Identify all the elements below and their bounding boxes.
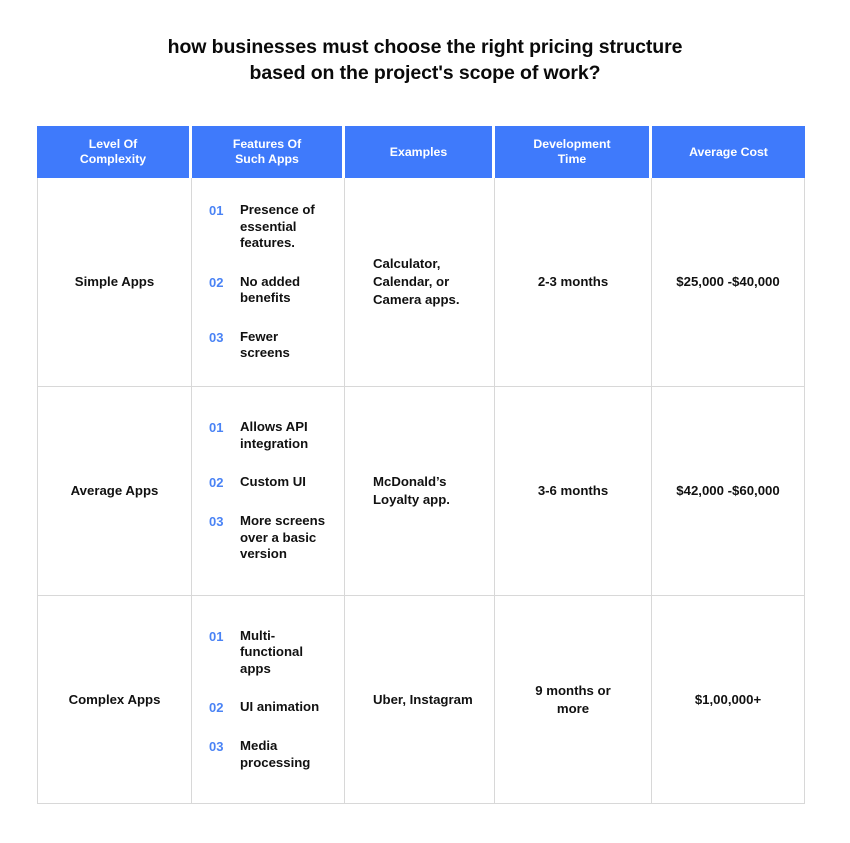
column-header-line-1: Average Cost: [689, 144, 768, 159]
feature-list-item: 03 Media processing: [209, 738, 337, 771]
feature-list-item: 01 Multi- functional apps: [209, 628, 337, 678]
page-title-line-2: based on the project's scope of work?: [249, 62, 601, 84]
feature-number: 03: [209, 514, 224, 530]
feature-label-line-2: functional: [240, 644, 304, 660]
examples-line-3: Camera apps.: [373, 292, 460, 307]
feature-label-line-1: Custom UI: [240, 474, 306, 490]
feature-label-line-1: Presence of: [240, 202, 315, 218]
development-time-line-1: 2-3 months: [537, 274, 609, 289]
column-header-line-2: Complexity: [79, 152, 147, 166]
table-row: Complex Apps 01 Multi- functional apps 0…: [37, 596, 805, 804]
feature-label-line-2: essential: [240, 218, 297, 234]
examples-line-2: Loyalty app.: [373, 492, 450, 507]
development-time-line-1: 9 months or: [535, 682, 611, 698]
cell-development-time: 3-6 months: [495, 387, 652, 596]
pricing-comparison-table: Level Of Complexity Features Of Such App…: [37, 126, 805, 804]
cell-features: 01 Presence of essential features. 02 No…: [192, 178, 345, 387]
examples-line-1: Uber, Instagram: [373, 691, 473, 707]
cell-examples: McDonald’s Loyalty app.: [345, 387, 495, 596]
feature-label-line-1: Media: [240, 738, 278, 754]
column-header-level-of-complexity: Level Of Complexity: [37, 126, 192, 178]
feature-label-line-3: features.: [240, 235, 295, 251]
table-row: Average Apps 01 Allows API integration 0…: [37, 387, 805, 596]
feature-label: More screens over a basic version: [240, 513, 337, 563]
column-header-features-of-such-apps: Features Of Such Apps: [192, 126, 345, 178]
column-header-line-1: Features Of: [232, 137, 302, 151]
feature-label-line-1: Multi-: [240, 627, 276, 643]
table-header: Level Of Complexity Features Of Such App…: [37, 126, 805, 178]
column-header-average-cost: Average Cost: [652, 126, 805, 178]
feature-label: UI animation: [240, 699, 337, 716]
feature-label: No added benefits: [240, 274, 337, 307]
pricing-structure-infographic: how businesses must choose the right pri…: [0, 0, 850, 843]
cell-complexity: Simple Apps: [37, 178, 192, 387]
feature-label-line-1: UI animation: [240, 699, 320, 715]
feature-list: 01 Presence of essential features. 02 No…: [193, 202, 343, 362]
feature-list-item: 01 Presence of essential features.: [209, 202, 337, 252]
feature-label-line-1: Allows API: [240, 419, 308, 435]
column-header-line-1: Level Of: [88, 137, 138, 151]
feature-label-line-3: apps: [240, 660, 271, 676]
cell-average-cost: $25,000 -$40,000: [652, 178, 805, 387]
development-time-line-2: more: [556, 700, 590, 716]
feature-label: Media processing: [240, 738, 337, 771]
feature-list-item: 02 No added benefits: [209, 274, 337, 307]
feature-number: 01: [209, 203, 224, 219]
feature-label-line-1: More screens: [240, 513, 326, 529]
column-header-development-time: Development Time: [495, 126, 652, 178]
feature-list-item: 03 More screens over a basic version: [209, 513, 337, 563]
feature-label-line-3: version: [240, 546, 287, 562]
feature-label: Multi- functional apps: [240, 628, 337, 678]
cell-development-time: 2-3 months: [495, 178, 652, 387]
column-header-line-1: Examples: [389, 144, 448, 159]
table-header-row: Level Of Complexity Features Of Such App…: [37, 126, 805, 178]
column-header-line-2: Time: [557, 152, 587, 166]
feature-list-item: 02 UI animation: [209, 699, 337, 716]
development-time-line-1: 3-6 months: [537, 483, 609, 498]
feature-label-line-2: processing: [240, 754, 311, 770]
feature-label-line-2: integration: [240, 435, 309, 451]
cell-features: 01 Allows API integration 02 Custom UI 0…: [192, 387, 345, 596]
examples-line-1: Calculator,: [373, 256, 441, 271]
feature-label-line-2: over a basic: [240, 529, 317, 545]
column-header-line-1: Development: [533, 137, 611, 151]
page-title-line-1: how businesses must choose the right pri…: [167, 36, 683, 58]
feature-list-item: 01 Allows API integration: [209, 419, 337, 452]
column-header-line-2: Such Apps: [235, 152, 299, 166]
feature-label-line-2: benefits: [240, 290, 291, 306]
cell-average-cost: $1,00,000+: [652, 596, 805, 804]
feature-number: 01: [209, 420, 224, 436]
feature-label: Fewer screens: [240, 329, 337, 362]
feature-number: 03: [209, 739, 224, 755]
examples-line-2: Calendar, or: [373, 274, 450, 289]
feature-number: 02: [209, 274, 224, 290]
feature-label: Presence of essential features.: [240, 202, 337, 252]
feature-label: Allows API integration: [240, 419, 337, 452]
table-row: Simple Apps 01 Presence of essential fea…: [37, 178, 805, 387]
cell-complexity: Complex Apps: [37, 596, 192, 804]
feature-label-line-1: No added: [240, 273, 301, 289]
feature-number: 02: [209, 700, 224, 716]
cell-complexity: Average Apps: [37, 387, 192, 596]
feature-list-item: 02 Custom UI: [209, 474, 337, 491]
table-body: Simple Apps 01 Presence of essential fea…: [37, 178, 805, 804]
feature-list-item: 03 Fewer screens: [209, 329, 337, 362]
feature-list: 01 Allows API integration 02 Custom UI 0…: [193, 419, 343, 563]
feature-number: 01: [209, 628, 224, 644]
cell-examples: Uber, Instagram: [345, 596, 495, 804]
feature-number: 02: [209, 475, 224, 491]
cell-average-cost: $42,000 -$60,000: [652, 387, 805, 596]
feature-label-line-1: Fewer: [240, 328, 279, 344]
feature-number: 03: [209, 329, 224, 345]
cell-examples: Calculator, Calendar, or Camera apps.: [345, 178, 495, 387]
feature-label: Custom UI: [240, 474, 337, 491]
page-title: how businesses must choose the right pri…: [0, 34, 850, 86]
cell-development-time: 9 months or more: [495, 596, 652, 804]
cell-features: 01 Multi- functional apps 02 UI animatio…: [192, 596, 345, 804]
column-header-examples: Examples: [345, 126, 495, 178]
feature-list: 01 Multi- functional apps 02 UI animatio…: [193, 628, 343, 772]
examples-line-1: McDonald’s: [373, 474, 447, 489]
feature-label-line-2: screens: [240, 345, 290, 361]
